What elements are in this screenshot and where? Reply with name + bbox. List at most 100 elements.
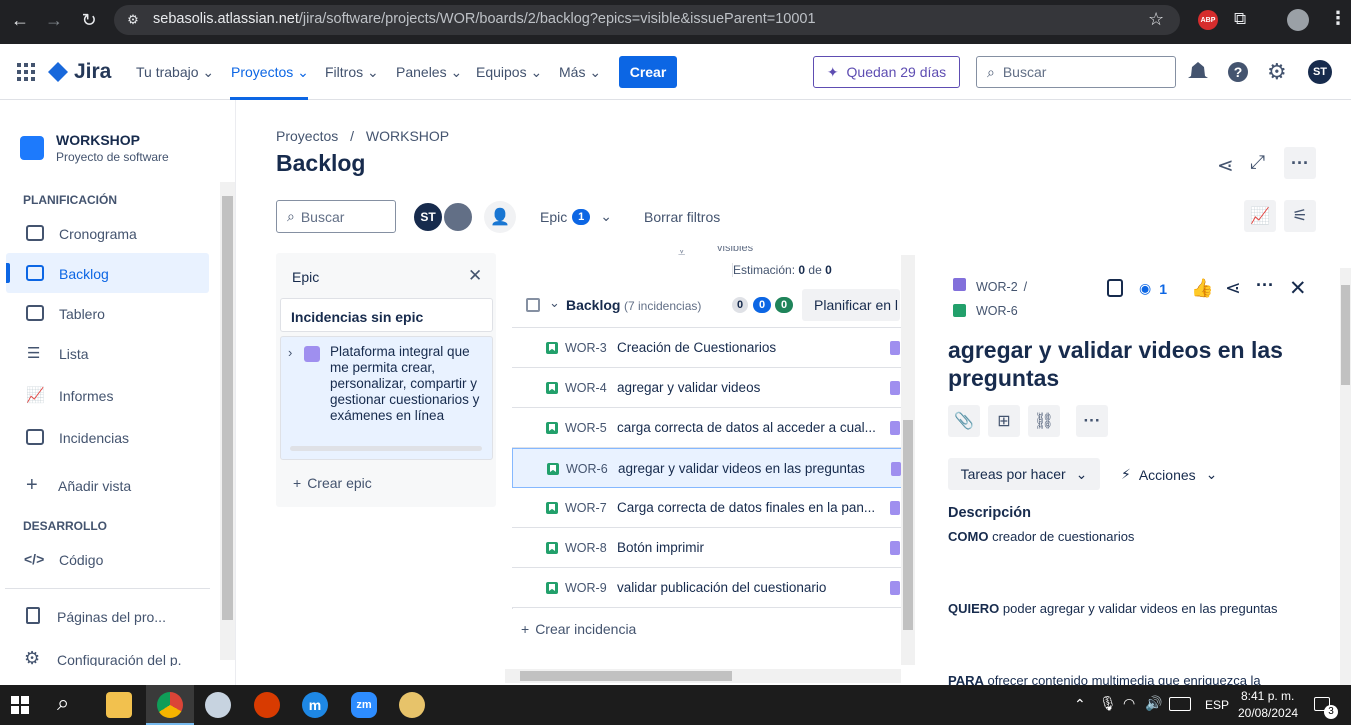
create-issue-button[interactable]: + Crear incidencia — [521, 621, 636, 637]
adblock-extension-icon[interactable]: ABP — [1198, 10, 1218, 30]
volume-icon[interactable]: 🔊 — [1145, 695, 1162, 712]
insights-button[interactable]: 📈 — [1244, 200, 1276, 232]
table-row-selected[interactable]: WOR-6 agregar y validar videos en las pre… — [512, 448, 902, 488]
actions-dropdown[interactable]: ⚡ Acciones ⌄ — [1121, 466, 1217, 483]
clock-time[interactable]: 8:41 p. m. — [1241, 689, 1294, 703]
extensions-icon[interactable]: ⧉ — [1234, 9, 1246, 29]
description-para[interactable]: PARA ofrecer contenido multimedia que en… — [948, 673, 1261, 685]
windows-start-icon[interactable] — [11, 696, 29, 714]
issue-title[interactable]: agregar y validar videos en las pregunta… — [948, 336, 1308, 392]
sidebar-item-pages[interactable]: Páginas del pro... — [57, 609, 166, 625]
share-icon[interactable]: ⋖ — [1217, 153, 1234, 178]
backlog-select-checkbox[interactable] — [526, 298, 540, 312]
file-explorer-icon[interactable] — [106, 692, 132, 718]
epic-filter-dropdown[interactable]: Epic 1 ⌄ — [540, 208, 612, 225]
breadcrumb-project[interactable]: WORKSHOP — [366, 128, 449, 144]
table-row[interactable]: WOR-3 Creación de Cuestionarios — [512, 328, 902, 368]
close-epic-panel-icon[interactable]: ✕ — [468, 266, 482, 286]
nav-paneles[interactable]: Paneles ⌄ — [396, 64, 462, 81]
nav-mas[interactable]: Más ⌄ — [559, 64, 601, 81]
table-row[interactable]: WOR-5 carga correcta de datos al acceder … — [512, 408, 902, 448]
sidebar-item-codigo[interactable]: Código — [59, 552, 103, 568]
nav-equipos[interactable]: Equipos ⌄ — [476, 64, 542, 81]
profile-avatar[interactable] — [1287, 9, 1309, 31]
app-switcher-icon[interactable] — [17, 63, 35, 81]
chevron-down-icon[interactable]: ⌄ — [549, 295, 560, 311]
watch-button[interactable]: ◉ 1 — [1139, 280, 1167, 297]
table-row[interactable]: WOR-7 Carga correcta de datos finales en … — [512, 488, 902, 528]
browser-menu-icon[interactable]: ⋮ — [1329, 8, 1347, 29]
paint-icon[interactable] — [205, 692, 231, 718]
keyboard-icon[interactable] — [1169, 697, 1191, 711]
clock-date[interactable]: 20/08/2024 — [1238, 706, 1298, 720]
search-icon[interactable]: ⌕ — [57, 690, 69, 716]
link-button[interactable]: ⛓ — [1028, 405, 1060, 437]
backlog-vscroll-thumb[interactable] — [903, 420, 913, 630]
close-icon[interactable]: ✕ — [1289, 276, 1307, 301]
breadcrumb-projects[interactable]: Proyectos — [276, 128, 338, 144]
nav-tu-trabajo[interactable]: Tu trabajo ⌄ — [136, 64, 214, 81]
more-tools-button[interactable]: ··· — [1076, 405, 1108, 437]
description-como[interactable]: COMO creador de cuestionarios — [948, 529, 1134, 544]
collapse-icon[interactable]: ⩡ — [678, 245, 685, 261]
detail-scroll-thumb[interactable] — [1341, 285, 1350, 385]
backlog-search-input[interactable]: ⌕ Buscar — [276, 200, 396, 233]
sidebar-item-cronograma[interactable]: Cronograma — [59, 226, 137, 242]
sidebar-scroll-thumb[interactable] — [222, 196, 233, 620]
global-search-input[interactable]: ⌕ Buscar — [976, 56, 1176, 88]
view-settings-button[interactable]: ⚟ — [1284, 200, 1316, 232]
no-epic-filter[interactable]: Incidencias sin epic — [280, 298, 493, 332]
lock-icon[interactable] — [1107, 279, 1123, 297]
paint-palette-icon[interactable] — [399, 692, 425, 718]
sidebar-item-informes[interactable]: Informes — [59, 388, 113, 404]
status-dropdown[interactable]: Tareas por hacer ⌄ — [948, 458, 1100, 490]
language-indicator[interactable]: ESP — [1205, 698, 1229, 712]
backlog-hscroll-thumb[interactable] — [520, 671, 732, 681]
like-icon[interactable]: 👍 — [1191, 278, 1213, 299]
unassigned-avatar[interactable] — [442, 201, 474, 233]
settings-gear-icon[interactable]: ⚙ — [1267, 59, 1287, 85]
user-avatar[interactable]: ST — [1308, 60, 1332, 84]
plan-sprint-button[interactable]: Planificar en l — [802, 289, 900, 321]
child-issue-button[interactable]: ⊞ — [988, 405, 1020, 437]
sidebar-item-settings[interactable]: Configuración del p... — [57, 652, 181, 666]
trial-button[interactable]: ✦ Quedan 29 días — [813, 56, 960, 88]
reload-icon[interactable]: ↻ — [79, 10, 99, 30]
project-name[interactable]: WORKSHOP — [56, 132, 140, 148]
fullscreen-icon[interactable]: ⤢ — [1250, 152, 1265, 174]
bookmark-star-icon[interactable]: ☆ — [1148, 9, 1164, 30]
help-icon[interactable]: ? — [1228, 62, 1248, 82]
create-button[interactable]: Crear — [619, 56, 677, 88]
more-actions-button[interactable]: ··· — [1284, 147, 1316, 179]
assignee-avatar-st[interactable]: ST — [412, 201, 444, 233]
share-icon[interactable]: ⋖ — [1225, 277, 1241, 300]
m-app-icon[interactable]: m — [302, 692, 328, 718]
nav-filtros[interactable]: Filtros ⌄ — [325, 64, 379, 81]
description-quiero[interactable]: QUIERO poder agregar y validar videos en… — [948, 601, 1278, 616]
chrome-icon[interactable] — [157, 692, 183, 718]
more-icon[interactable]: ··· — [1256, 275, 1274, 296]
issue-key-link[interactable]: WOR-6 — [976, 304, 1018, 318]
back-icon[interactable]: ← — [10, 10, 30, 30]
microphone-icon[interactable]: 🎙 — [1099, 695, 1117, 712]
chevron-up-icon[interactable]: ⌃ — [1074, 696, 1086, 713]
create-epic-button[interactable]: + Crear epic — [293, 475, 372, 491]
add-people-button[interactable]: 👤 — [484, 201, 516, 233]
clear-filters-button[interactable]: Borrar filtros — [644, 209, 720, 225]
table-row[interactable]: WOR-8 Botón imprimir — [512, 528, 902, 568]
app-icon[interactable] — [254, 692, 280, 718]
wifi-icon[interactable]: ◠ — [1123, 695, 1135, 712]
site-info-icon[interactable]: ⚙ — [124, 11, 142, 29]
table-row[interactable]: WOR-4 agregar y validar videos — [512, 368, 902, 408]
sidebar-add-view[interactable]: Añadir vista — [58, 478, 131, 494]
sidebar-item-incidencias[interactable]: Incidencias — [59, 430, 129, 446]
jira-logo[interactable]: Jira — [48, 58, 111, 86]
zoom-icon[interactable]: zm — [351, 692, 377, 718]
attach-button[interactable]: 📎 — [948, 405, 980, 437]
sidebar-item-lista[interactable]: Lista — [59, 346, 89, 362]
nav-proyectos[interactable]: Proyectos ⌄ — [231, 64, 309, 81]
parent-link[interactable]: WOR-2/ — [976, 280, 1027, 294]
forward-icon[interactable]: → — [44, 10, 64, 30]
sidebar-item-tablero[interactable]: Tablero — [59, 306, 105, 322]
chevron-right-icon[interactable]: › — [288, 345, 292, 360]
